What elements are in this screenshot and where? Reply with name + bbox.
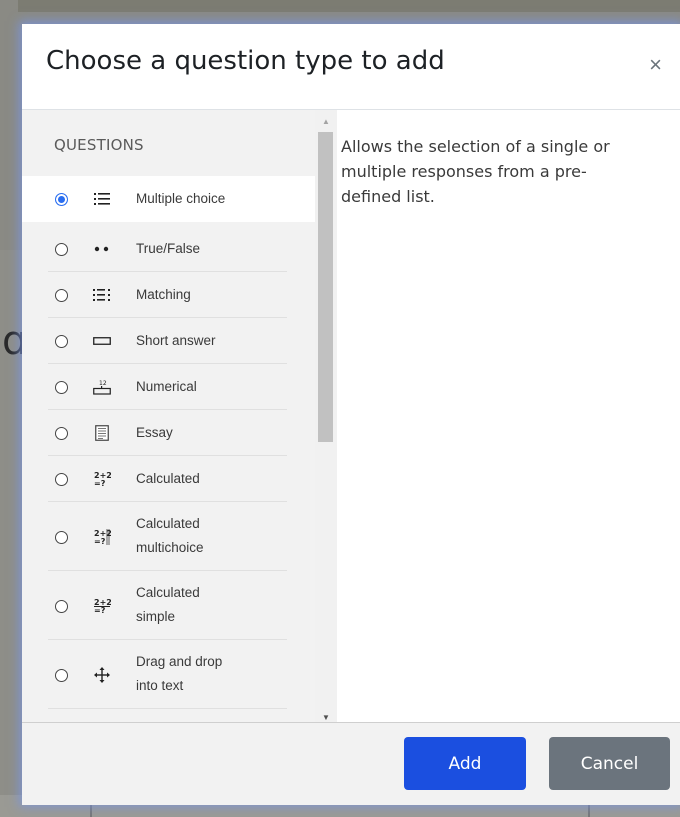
radio-matching[interactable] bbox=[55, 289, 68, 302]
option-matching[interactable]: Matching bbox=[22, 272, 315, 318]
option-calculated-simple[interactable]: 2+2 =? Calculated simple bbox=[22, 571, 315, 640]
dialog-body: QUESTIONS Multiple choice True/False Mat… bbox=[22, 110, 680, 722]
essay-icon bbox=[90, 423, 114, 443]
svg-text:12: 12 bbox=[99, 380, 107, 387]
radio-essay[interactable] bbox=[55, 427, 68, 440]
option-label: Calculated bbox=[136, 471, 200, 486]
two-dots-icon bbox=[90, 239, 114, 259]
scroll-up-arrow-icon[interactable]: ▲ bbox=[315, 118, 337, 126]
cancel-button[interactable]: Cancel bbox=[549, 737, 670, 790]
option-drag-drop-text[interactable]: Drag and drop into text bbox=[22, 640, 315, 709]
svg-text:=?: =? bbox=[94, 606, 106, 615]
option-list-scrollbar[interactable]: ▲ ▼ bbox=[315, 110, 337, 722]
radio-calculated-multichoice[interactable] bbox=[55, 531, 68, 544]
radio-numerical[interactable] bbox=[55, 381, 68, 394]
option-multiple-choice[interactable]: Multiple choice bbox=[22, 176, 315, 222]
question-type-list: QUESTIONS Multiple choice True/False Mat… bbox=[22, 110, 315, 722]
close-button[interactable]: × bbox=[649, 54, 662, 76]
question-type-dialog: Choose a question type to add × QUESTION… bbox=[22, 24, 680, 805]
option-label: Numerical bbox=[136, 379, 197, 394]
radio-short-answer[interactable] bbox=[55, 335, 68, 348]
svg-text:=?: =? bbox=[94, 479, 106, 488]
page-background-top bbox=[0, 0, 680, 12]
option-label: Calculated multichoice bbox=[136, 516, 204, 555]
svg-text:=?: =? bbox=[94, 537, 106, 546]
numerical-icon: 12 bbox=[90, 377, 114, 397]
scroll-down-arrow-icon[interactable]: ▼ bbox=[315, 714, 337, 722]
option-numerical[interactable]: 12 Numerical bbox=[22, 364, 315, 410]
scrollbar-thumb[interactable] bbox=[318, 132, 333, 442]
option-label: Short answer bbox=[136, 333, 216, 348]
radio-calculated[interactable] bbox=[55, 473, 68, 486]
calculated-multichoice-icon: 2+2 =? bbox=[90, 527, 114, 547]
option-label: Drag and drop into text bbox=[136, 654, 223, 693]
text-box-icon bbox=[90, 331, 114, 351]
option-label: Multiple choice bbox=[136, 191, 226, 206]
matching-list-icon bbox=[90, 285, 114, 305]
option-true-false[interactable]: True/False bbox=[22, 226, 315, 272]
radio-true-false[interactable] bbox=[55, 243, 68, 256]
list-icon bbox=[90, 189, 114, 209]
add-button[interactable]: Add bbox=[404, 737, 526, 790]
dialog-title: Choose a question type to add bbox=[46, 46, 445, 76]
dialog-header: Choose a question type to add × bbox=[22, 24, 680, 110]
calculated-simple-icon: 2+2 =? bbox=[90, 596, 114, 616]
radio-calculated-simple[interactable] bbox=[55, 600, 68, 613]
option-label: True/False bbox=[136, 241, 201, 256]
option-label: Calculated simple bbox=[136, 585, 200, 624]
option-essay[interactable]: Essay bbox=[22, 410, 315, 456]
option-short-answer[interactable]: Short answer bbox=[22, 318, 315, 364]
calculated-icon: 2+2 =? bbox=[90, 469, 114, 489]
option-calculated[interactable]: 2+2 =? Calculated bbox=[22, 456, 315, 502]
question-type-description: Allows the selection of a single or mult… bbox=[341, 137, 610, 206]
option-label: Essay bbox=[136, 425, 173, 440]
radio-multiple-choice[interactable] bbox=[55, 193, 68, 206]
questions-section-label: QUESTIONS bbox=[54, 136, 144, 154]
drag-arrows-icon bbox=[90, 665, 114, 685]
radio-drag-drop-text[interactable] bbox=[55, 669, 68, 682]
option-calculated-multichoice[interactable]: 2+2 =? Calculated multichoice bbox=[22, 502, 315, 571]
dialog-footer: Add Cancel bbox=[22, 722, 680, 805]
option-label: Matching bbox=[136, 287, 191, 302]
